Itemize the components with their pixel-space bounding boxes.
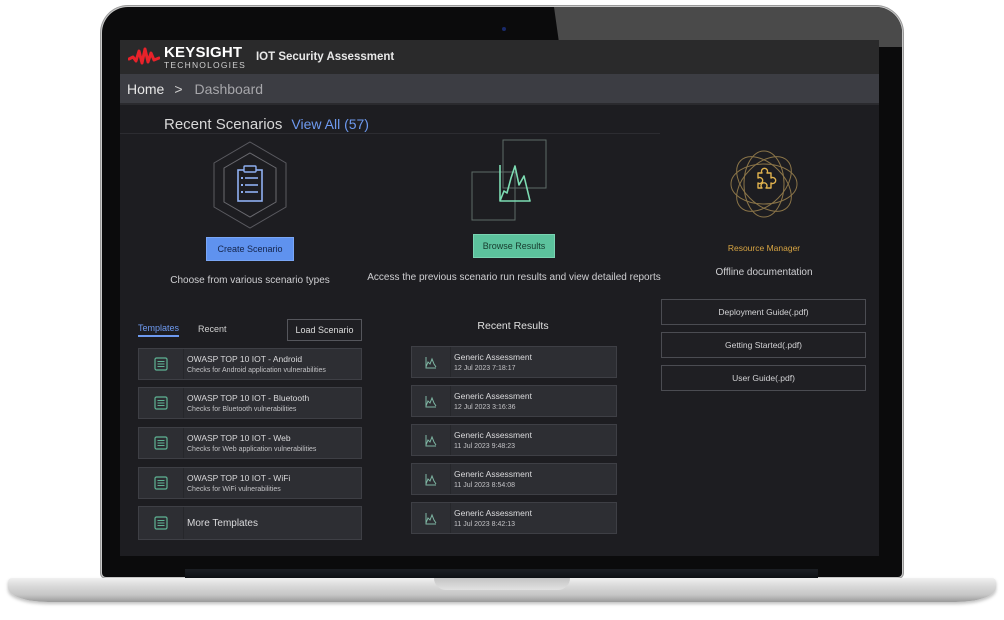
breadcrumb: Home > Dashboard bbox=[120, 74, 879, 105]
result-name: Generic Assessment bbox=[454, 391, 532, 401]
template-subtitle: Checks for Android application vulnerabi… bbox=[187, 367, 326, 374]
result-time: 12 Jul 2023 7:18:17 bbox=[454, 365, 516, 372]
create-scenario-description: Choose from various scenario types bbox=[170, 275, 330, 286]
recent-results-title: Recent Results bbox=[477, 320, 549, 332]
create-scenario-button[interactable]: Create Scenario bbox=[206, 237, 294, 261]
chart-peaks-icon bbox=[425, 473, 437, 485]
result-time: 11 Jul 2023 9:48:23 bbox=[454, 443, 515, 450]
chart-peaks-icon bbox=[425, 395, 437, 407]
chart-peaks-icon bbox=[425, 434, 437, 446]
template-subtitle: Checks for Web application vulnerabiliti… bbox=[187, 446, 317, 453]
keysight-wave-icon bbox=[128, 47, 160, 65]
template-title: OWASP TOP 10 IOT - Web bbox=[187, 433, 291, 443]
template-card[interactable]: OWASP TOP 10 IOT - Web Checks for Web app… bbox=[138, 427, 362, 459]
template-title: OWASP TOP 10 IOT - WiFi bbox=[187, 473, 291, 483]
load-scenario-button[interactable]: Load Scenario bbox=[287, 319, 362, 341]
getting-started-button[interactable]: Getting Started(.pdf) bbox=[661, 332, 866, 358]
result-name: Generic Assessment bbox=[454, 430, 532, 440]
camera bbox=[502, 27, 506, 31]
brand-name: KEYSIGHT bbox=[164, 43, 243, 61]
template-icon bbox=[154, 476, 168, 490]
section-divider bbox=[120, 133, 660, 134]
recent-scenarios-header: Recent Scenarios View All (57) bbox=[164, 116, 369, 133]
breadcrumb-current: Dashboard bbox=[194, 80, 264, 97]
top-bar: KEYSIGHT TECHNOLOGIES IOT Security Asses… bbox=[120, 40, 879, 74]
chevron-right-icon: > bbox=[174, 80, 183, 97]
result-name: Generic Assessment bbox=[454, 508, 532, 518]
resource-manager-link[interactable]: Resource Manager bbox=[694, 243, 834, 253]
template-title: OWASP TOP 10 IOT - Bluetooth bbox=[187, 393, 310, 403]
puzzle-orbit-icon bbox=[730, 150, 798, 218]
chart-peaks-icon bbox=[425, 512, 437, 524]
template-card[interactable]: OWASP TOP 10 IOT - WiFi Checks for WiFi v… bbox=[138, 467, 362, 499]
browse-results-panel: Browse Results Access the previous scena… bbox=[364, 138, 664, 283]
template-card[interactable]: OWASP TOP 10 IOT - Android Checks for And… bbox=[138, 348, 362, 380]
brand-sub: TECHNOLOGIES bbox=[164, 59, 246, 70]
template-title: OWASP TOP 10 IOT - Android bbox=[187, 354, 303, 364]
user-guide-button[interactable]: User Guide(.pdf) bbox=[661, 365, 866, 391]
breadcrumb-home[interactable]: Home bbox=[127, 81, 164, 97]
chart-peaks-icon bbox=[471, 139, 547, 221]
template-icon bbox=[154, 396, 168, 410]
result-card[interactable]: Generic Assessment 11 Jul 2023 8:54:08 bbox=[411, 463, 617, 495]
section-title: Recent Scenarios bbox=[164, 116, 283, 133]
templates-tabs: Templates Recent bbox=[138, 323, 227, 337]
more-templates-label: More Templates bbox=[187, 517, 258, 529]
app-screen: KEYSIGHT TECHNOLOGIES IOT Security Asses… bbox=[120, 40, 879, 556]
result-time: 11 Jul 2023 8:54:08 bbox=[454, 482, 515, 489]
template-subtitle: Checks for Bluetooth vulnerabilities bbox=[187, 406, 297, 413]
result-card[interactable]: Generic Assessment 12 Jul 2023 7:18:17 bbox=[411, 346, 617, 378]
template-icon bbox=[154, 516, 168, 530]
view-all-link[interactable]: View All (57) bbox=[291, 116, 369, 132]
tab-recent[interactable]: Recent bbox=[198, 324, 227, 336]
result-card[interactable]: Generic Assessment 11 Jul 2023 8:42:13 bbox=[411, 502, 617, 534]
result-card[interactable]: Generic Assessment 12 Jul 2023 3:16:36 bbox=[411, 385, 617, 417]
result-time: 11 Jul 2023 8:42:13 bbox=[454, 521, 515, 528]
result-name: Generic Assessment bbox=[454, 469, 532, 479]
tab-templates[interactable]: Templates bbox=[138, 323, 180, 337]
app-title: IOT Security Assessment bbox=[255, 51, 395, 63]
result-name: Generic Assessment bbox=[454, 352, 532, 362]
create-scenario-panel: Create Scenario Choose from various scen… bbox=[150, 140, 350, 286]
chart-peaks-icon bbox=[425, 356, 437, 368]
laptop-notch bbox=[434, 578, 570, 590]
result-time: 12 Jul 2023 3:16:36 bbox=[454, 404, 516, 411]
template-subtitle: Checks for WiFi vulnerabilities bbox=[187, 486, 281, 493]
template-icon bbox=[154, 357, 168, 371]
keysight-logo: KEYSIGHT TECHNOLOGIES bbox=[128, 45, 246, 70]
result-card[interactable]: Generic Assessment 11 Jul 2023 9:48:23 bbox=[411, 424, 617, 456]
browse-results-button[interactable]: Browse Results bbox=[472, 234, 556, 258]
offline-documentation-label: Offline documentation bbox=[715, 267, 813, 278]
resource-manager-panel: Resource Manager Offline documentation bbox=[694, 140, 834, 278]
clipboard-list-icon bbox=[213, 141, 287, 229]
more-templates-card[interactable]: More Templates bbox=[138, 506, 362, 540]
template-card[interactable]: OWASP TOP 10 IOT - Bluetooth Checks for B… bbox=[138, 387, 362, 419]
browse-results-description: Access the previous scenario run results… bbox=[367, 272, 661, 283]
deployment-guide-button[interactable]: Deployment Guide(.pdf) bbox=[661, 299, 866, 325]
template-icon bbox=[154, 436, 168, 450]
